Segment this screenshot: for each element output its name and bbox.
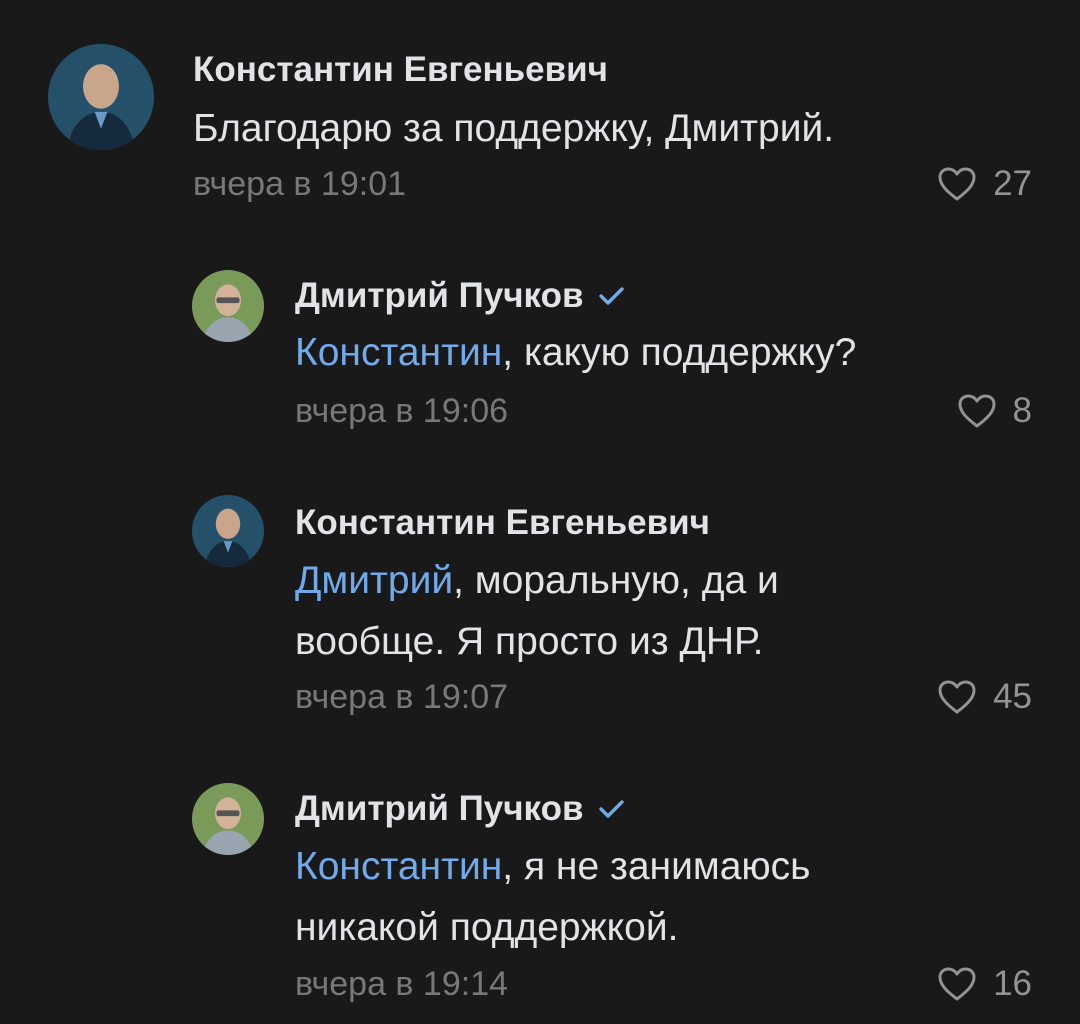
comment-text: Дмитрий, моральную, да и bbox=[295, 550, 779, 612]
comment-time[interactable]: вчера в 19:07 bbox=[295, 675, 508, 719]
heart-outline-icon bbox=[958, 394, 996, 428]
comment-time[interactable]: вчера в 19:01 bbox=[193, 162, 406, 206]
comment-text: Константин, какую поддержку? bbox=[295, 322, 856, 384]
avatar[interactable] bbox=[192, 495, 264, 567]
mention-link[interactable]: Дмитрий bbox=[295, 559, 453, 602]
comment-author[interactable]: Константин Евгеньевич bbox=[295, 501, 710, 545]
heart-outline-icon bbox=[938, 680, 976, 714]
like-count: 45 bbox=[993, 677, 1032, 716]
heart-outline-icon bbox=[938, 967, 976, 1001]
avatar-photo bbox=[192, 495, 264, 567]
comment-author[interactable]: Дмитрий Пучков bbox=[295, 787, 626, 831]
comment-body: , я не занимаюсь bbox=[502, 845, 811, 888]
comment-body: , какую поддержку? bbox=[502, 331, 857, 374]
avatar-photo bbox=[48, 44, 154, 150]
comment-time[interactable]: вчера в 19:06 bbox=[295, 389, 508, 433]
like-button[interactable]: 8 bbox=[957, 389, 1032, 433]
mention-link[interactable]: Константин bbox=[295, 845, 502, 888]
comment-body: , моральную, да и bbox=[453, 559, 779, 602]
comment-body: Благодарю за поддержку, Дмитрий. bbox=[193, 107, 835, 150]
heart-outline-icon bbox=[938, 167, 976, 201]
like-button[interactable]: 16 bbox=[937, 962, 1032, 1006]
verified-checkmark-icon bbox=[598, 800, 624, 818]
author-name: Константин Евгеньевич bbox=[193, 50, 608, 89]
comment-author[interactable]: Дмитрий Пучков bbox=[295, 274, 626, 318]
avatar[interactable] bbox=[192, 783, 264, 855]
avatar[interactable] bbox=[48, 44, 154, 150]
comment-text-line2: вообще. Я просто из ДНР. bbox=[295, 620, 764, 663]
like-count: 8 bbox=[1012, 391, 1032, 430]
like-count: 16 bbox=[993, 964, 1032, 1003]
comment-author[interactable]: Константин Евгеньевич bbox=[193, 48, 608, 92]
like-button[interactable]: 45 bbox=[937, 675, 1032, 719]
author-name: Дмитрий Пучков bbox=[295, 276, 584, 315]
author-name: Константин Евгеньевич bbox=[295, 503, 710, 542]
mention-link[interactable]: Константин bbox=[295, 331, 502, 374]
comment-text: Благодарю за поддержку, Дмитрий. bbox=[193, 98, 834, 160]
avatar-photo bbox=[192, 270, 264, 342]
comments-thread: Константин Евгеньевич Благодарю за подде… bbox=[0, 0, 1080, 1024]
comment-text: Константин, я не занимаюсь bbox=[295, 836, 810, 898]
author-name: Дмитрий Пучков bbox=[295, 789, 584, 828]
like-button[interactable]: 27 bbox=[937, 162, 1032, 206]
comment-time[interactable]: вчера в 19:14 bbox=[295, 962, 508, 1006]
avatar-photo bbox=[192, 783, 264, 855]
like-count: 27 bbox=[993, 164, 1032, 203]
verified-checkmark-icon bbox=[598, 287, 624, 305]
avatar[interactable] bbox=[192, 270, 264, 342]
comment-text-line2: никакой поддержкой. bbox=[295, 906, 679, 949]
